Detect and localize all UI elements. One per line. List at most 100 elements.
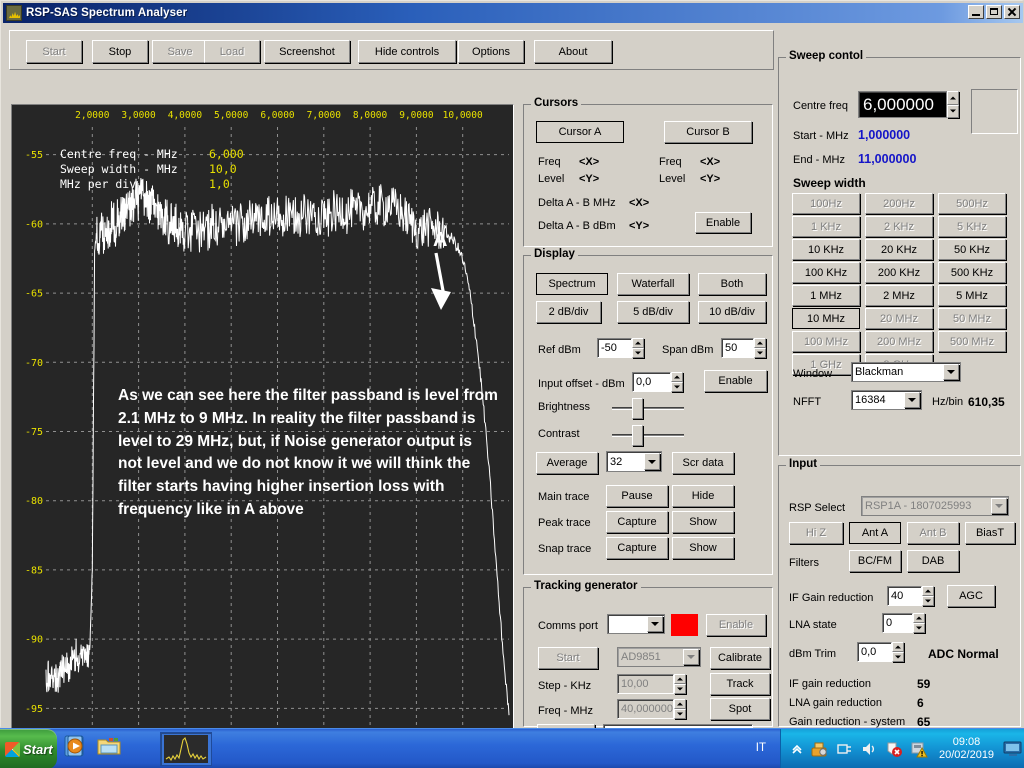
close-button[interactable] — [1004, 5, 1020, 19]
cursor-a-button[interactable]: Cursor A — [536, 121, 624, 143]
input-offset-stepper[interactable]: 0,0 — [632, 372, 684, 392]
update-warning-icon[interactable] — [910, 740, 928, 758]
tracking-step-stepper[interactable]: 10,00 — [617, 674, 687, 694]
sweep-width-100hz-button[interactable]: 100Hz — [792, 193, 860, 214]
clock[interactable]: 09:08 20/02/2019 — [939, 736, 994, 762]
db-per-div-5-button[interactable]: 5 dB/div — [617, 301, 689, 323]
input-offset-input[interactable]: 0,0 — [632, 372, 671, 392]
tracking-freq-stepper[interactable]: 40,000000 — [617, 699, 687, 719]
ant-a-button[interactable]: Ant A — [849, 522, 901, 544]
peak-trace-capture-button[interactable]: Capture — [606, 511, 668, 533]
hiz-button[interactable]: Hi Z — [789, 522, 843, 544]
dbm-trim-spin[interactable] — [892, 642, 905, 662]
ref-dbm-stepper[interactable]: -50 — [597, 338, 645, 358]
sweep-width-100-khz-button[interactable]: 100 KHz — [792, 262, 860, 283]
span-dbm-spin[interactable] — [754, 338, 767, 358]
rsp-select-combo[interactable]: RSP1A - 1807025993 — [861, 496, 1009, 516]
ref-dbm-input[interactable]: -50 — [597, 338, 632, 358]
options-button[interactable]: Options — [458, 40, 524, 63]
scr-data-button[interactable]: Scr data — [672, 452, 734, 474]
security-alert-icon[interactable] — [885, 740, 903, 758]
language-indicator[interactable]: IT — [756, 742, 766, 754]
sweep-width-500-mhz-button[interactable]: 500 MHz — [938, 331, 1006, 352]
nfft-combo[interactable]: 16384 — [851, 390, 922, 410]
average-button[interactable]: Average — [536, 452, 598, 474]
folder-icon[interactable] — [96, 733, 122, 759]
screenshot-button[interactable]: Screenshot — [264, 40, 350, 63]
brightness-track[interactable] — [612, 407, 684, 410]
lna-state-spin[interactable] — [913, 613, 926, 633]
chevron-down-icon[interactable] — [904, 392, 920, 408]
span-dbm-input[interactable]: 50 — [721, 338, 754, 358]
sweep-width-200-khz-button[interactable]: 200 KHz — [865, 262, 933, 283]
sweep-width-10-mhz-button[interactable]: 10 MHz — [792, 308, 860, 329]
centre-freq-spin[interactable] — [947, 91, 960, 118]
minimize-button[interactable] — [968, 5, 984, 19]
input-offset-enable-button[interactable]: Enable — [704, 370, 767, 392]
dab-filter-button[interactable]: DAB — [907, 550, 959, 572]
cursors-enable-button[interactable]: Enable — [695, 212, 751, 233]
sweep-width-200-mhz-button[interactable]: 200 MHz — [865, 331, 933, 352]
chevron-down-icon[interactable] — [644, 453, 660, 470]
db-per-div-2-button[interactable]: 2 dB/div — [536, 301, 601, 323]
contrast-slider-thumb[interactable] — [632, 425, 643, 446]
maximize-button[interactable] — [986, 5, 1002, 19]
monitor-icon[interactable] — [1003, 741, 1023, 757]
sweep-width-5-khz-button[interactable]: 5 KHz — [938, 216, 1006, 237]
chevron-down-icon[interactable] — [647, 616, 663, 632]
brightness-slider-thumb[interactable] — [632, 398, 643, 419]
spot-button[interactable]: Spot — [710, 698, 770, 720]
track-button[interactable]: Track — [710, 673, 770, 695]
comms-port-combo[interactable] — [607, 614, 665, 634]
chevron-up-icon[interactable] — [791, 743, 803, 755]
sweep-width-1-khz-button[interactable]: 1 KHz — [792, 216, 860, 237]
stop-button[interactable]: Stop — [92, 40, 148, 63]
dbm-trim-input[interactable]: 0,0 — [857, 642, 892, 662]
dbm-trim-stepper[interactable]: 0,0 — [857, 642, 905, 662]
main-trace-hide-button[interactable]: Hide — [672, 485, 734, 507]
if-gain-spin[interactable] — [922, 586, 935, 606]
network-plug-icon[interactable] — [835, 740, 853, 758]
sweep-width-10-khz-button[interactable]: 10 KHz — [792, 239, 860, 260]
sweep-width-2-khz-button[interactable]: 2 KHz — [865, 216, 933, 237]
chevron-down-icon[interactable] — [991, 498, 1007, 514]
span-dbm-stepper[interactable]: 50 — [721, 338, 767, 358]
save-button[interactable]: Save — [152, 40, 208, 63]
calibrate-button[interactable]: Calibrate — [710, 647, 770, 669]
main-trace-pause-button[interactable]: Pause — [606, 485, 668, 507]
tracking-start-button[interactable]: Start — [538, 647, 598, 669]
tracking-freq-spin[interactable] — [674, 699, 687, 719]
centre-freq-stepper[interactable]: 6,000000 — [858, 91, 960, 118]
agc-button[interactable]: AGC — [947, 585, 995, 607]
peak-trace-show-button[interactable]: Show — [672, 511, 734, 533]
sweep-width-20-khz-button[interactable]: 20 KHz — [865, 239, 933, 260]
about-button[interactable]: About — [534, 40, 612, 63]
media-player-icon[interactable] — [62, 733, 88, 759]
spectrum-analyser-task-icon[interactable] — [160, 732, 212, 766]
sweep-width-5-mhz-button[interactable]: 5 MHz — [938, 285, 1006, 306]
input-offset-spin[interactable] — [671, 372, 684, 392]
start-button[interactable]: Start — [26, 40, 82, 63]
window-combo[interactable]: Blackman — [851, 362, 961, 382]
ref-dbm-spin[interactable] — [632, 338, 645, 358]
volume-icon[interactable] — [860, 740, 878, 758]
bcfm-filter-button[interactable]: BC/FM — [849, 550, 901, 572]
load-button[interactable]: Load — [204, 40, 260, 63]
snap-trace-capture-button[interactable]: Capture — [606, 537, 668, 559]
cursor-b-button[interactable]: Cursor B — [664, 121, 752, 143]
average-combo[interactable]: 32 — [606, 451, 662, 472]
lna-state-input[interactable]: 0 — [882, 613, 913, 633]
start-button-taskbar[interactable]: Start — [0, 729, 57, 768]
sweep-width-2-mhz-button[interactable]: 2 MHz — [865, 285, 933, 306]
centre-freq-input[interactable]: 6,000000 — [858, 91, 947, 118]
sweep-width-1-mhz-button[interactable]: 1 MHz — [792, 285, 860, 306]
safely-remove-hardware-icon[interactable] — [810, 740, 828, 758]
hide-controls-button[interactable]: Hide controls — [358, 40, 456, 63]
if-gain-stepper[interactable]: 40 — [887, 586, 935, 606]
contrast-track[interactable] — [612, 434, 684, 437]
tracking-step-spin[interactable] — [674, 674, 687, 694]
tracking-step-input[interactable]: 10,00 — [617, 674, 674, 694]
display-both-button[interactable]: Both — [698, 273, 766, 295]
display-spectrum-button[interactable]: Spectrum — [536, 273, 608, 295]
sweep-width-100-mhz-button[interactable]: 100 MHz — [792, 331, 860, 352]
